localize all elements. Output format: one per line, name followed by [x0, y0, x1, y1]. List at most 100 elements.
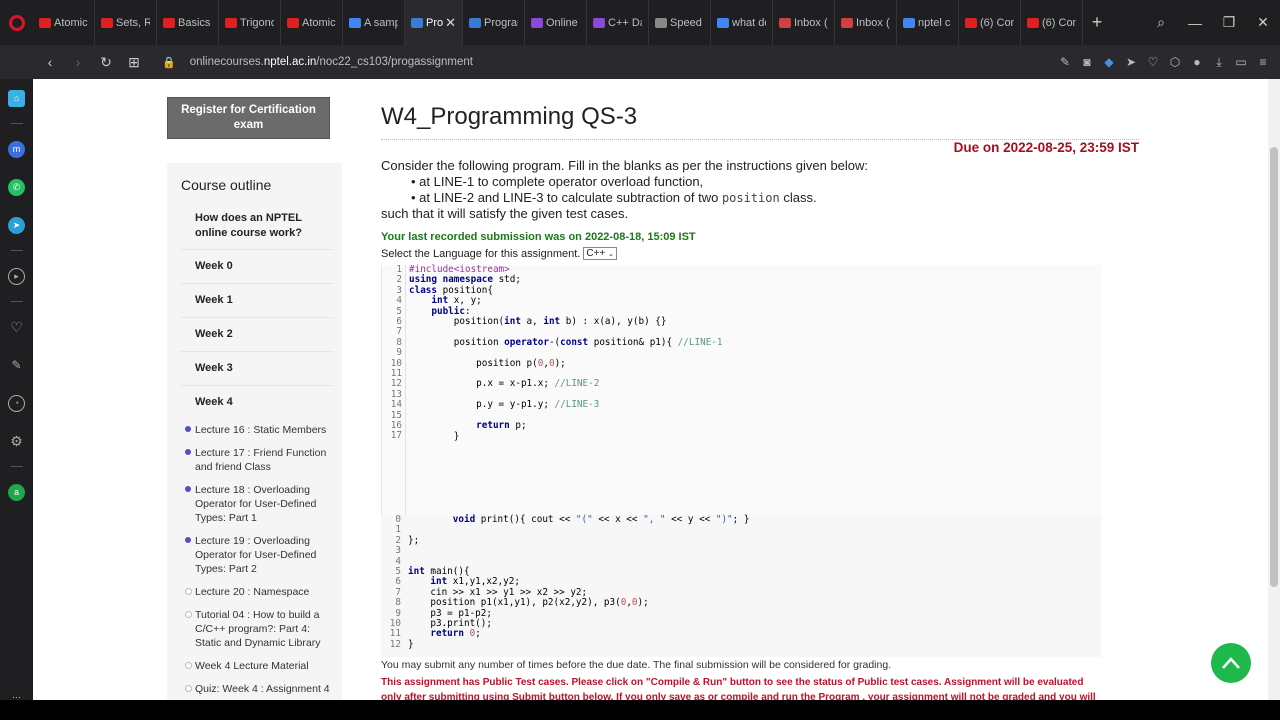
lock-icon[interactable]: 🔒 — [162, 56, 176, 69]
maximize-button[interactable]: ❐ — [1212, 14, 1246, 31]
tab-title: A samp — [364, 16, 398, 29]
browser-tab[interactable]: nptel c — [897, 0, 959, 45]
outline-item-week[interactable]: Week 1 — [181, 284, 334, 318]
shield-icon[interactable]: ◆ — [1098, 55, 1120, 69]
cube-icon[interactable]: ⬡ — [1164, 55, 1186, 69]
messenger-icon[interactable]: m — [0, 130, 33, 168]
minimize-button[interactable]: — — [1178, 15, 1212, 31]
opera-logo-icon[interactable] — [0, 0, 33, 45]
code-editor-readonly: 0 1 2 3 4 5 6 7 8 9 10 11 12 void print(){ cout << "… — [381, 514, 1101, 657]
edit-icon[interactable]: ✎ — [1054, 55, 1076, 69]
tab-title: Sets, Re — [116, 16, 150, 29]
battery-icon[interactable]: ▭ — [1230, 55, 1252, 69]
new-tab-button[interactable]: + — [1083, 0, 1111, 45]
chevron-down-icon: ⌄ — [608, 250, 614, 258]
outline-item-week[interactable]: Week 4 — [181, 386, 334, 419]
course-outline-title: Course outline — [181, 177, 272, 193]
amazon-icon[interactable]: a — [0, 473, 33, 511]
outline-item-intro[interactable]: How does an NPTEL online course work? — [181, 203, 334, 250]
register-certification-button[interactable]: Register for Certification exam — [167, 97, 330, 139]
close-tab-icon[interactable]: ✕ — [445, 15, 456, 31]
browser-tab[interactable]: Online I — [525, 0, 587, 45]
browser-tab[interactable]: C++ Da — [587, 0, 649, 45]
tab-favicon-icon — [841, 17, 853, 28]
submission-note: You may submit any number of times befor… — [381, 659, 892, 671]
telegram-icon[interactable]: ➤ — [0, 206, 33, 244]
scrollbar-thumb[interactable] — [1270, 147, 1278, 587]
home-icon[interactable]: ⌂ — [0, 79, 33, 117]
player-icon[interactable]: ▸ — [0, 257, 33, 295]
description-bullet-2: • at LINE-2 and LINE-3 to calculate subt… — [411, 190, 817, 205]
outline-lecture-link[interactable]: Week 4 Lecture Material — [185, 655, 342, 678]
course-outline: Course outline How does an NPTEL online … — [167, 163, 342, 700]
url-field[interactable]: onlinecourses.nptel.ac.in/noc22_cs103/pr… — [190, 56, 473, 68]
tab-title: Inbox (2 — [794, 16, 828, 29]
browser-tab[interactable]: Atomic — [33, 0, 95, 45]
description-line: Consider the following program. Fill in … — [381, 158, 869, 173]
tab-favicon-icon — [531, 17, 543, 28]
bookmarks-heart-icon[interactable]: ♡ — [0, 308, 33, 346]
camera-icon[interactable]: ◙ — [1076, 55, 1098, 69]
menu-icon[interactable]: ≡ — [1252, 55, 1274, 69]
browser-tab[interactable]: Basics o — [157, 0, 219, 45]
outline-item-week[interactable]: Week 3 — [181, 352, 334, 386]
outline-lecture-link[interactable]: Lecture 20 : Namespace — [185, 581, 342, 604]
tab-favicon-icon — [349, 17, 361, 28]
outline-lecture-link[interactable]: Lecture 19 : Overloading Operator for Us… — [185, 530, 342, 581]
scroll-to-top-button[interactable] — [1211, 643, 1251, 683]
outline-lecture-link[interactable]: Lecture 18 : Overloading Operator for Us… — [185, 479, 342, 530]
pinboard-icon[interactable]: ✎ — [0, 346, 33, 384]
tab-strip: Atomic Sets, Re Basics o Trigono Atomic A sam… — [33, 0, 1083, 45]
browser-side-panel: ⌂ m ✆ ➤ ▸ ♡ ✎ ◔ ⚙ a ··· — [0, 79, 33, 720]
last-submission-notice: Your last recorded submission was on 202… — [381, 231, 696, 243]
browser-tab[interactable]: (6) Com — [1021, 0, 1083, 45]
download-icon[interactable]: ⤓ — [1208, 55, 1230, 70]
tab-favicon-icon — [593, 17, 605, 28]
browser-tab[interactable]: Inbox (5 — [835, 0, 897, 45]
browser-tab[interactable]: what do — [711, 0, 773, 45]
language-select[interactable]: C++ ⌄ — [583, 247, 617, 260]
reload-button[interactable]: ↻ — [92, 54, 120, 71]
history-icon[interactable]: ◔ — [0, 384, 33, 422]
address-bar: ‹ › ↻ ⊞ 🔒 onlinecourses.nptel.ac.in/noc2… — [0, 45, 1280, 79]
outline-item-week[interactable]: Week 0 — [181, 250, 334, 284]
browser-tab[interactable]: Progran — [463, 0, 525, 45]
outline-lecture-link[interactable]: Quiz: Week 4 : Assignment 4 — [185, 678, 342, 700]
code-text[interactable]: #include<iostream> using namespace std; … — [409, 264, 722, 442]
send-icon[interactable]: ➤ — [1120, 55, 1142, 69]
whatsapp-icon[interactable]: ✆ — [0, 168, 33, 206]
code-editor-editable[interactable]: 1 2 3 4 5 6 7 8 9 10 11 12 13 14 15 16 17 #include<iostr… — [381, 264, 1101, 515]
tab-favicon-icon — [287, 17, 299, 28]
tabs-grid-icon[interactable]: ⊞ — [120, 54, 148, 71]
browser-tab[interactable]: Trigono — [219, 0, 281, 45]
browser-tab[interactable]: Inbox (2 — [773, 0, 835, 45]
tab-title: Atomic — [54, 16, 88, 29]
browser-tab[interactable]: (6) Com — [959, 0, 1021, 45]
search-tabs-icon[interactable]: ⌕ — [1144, 14, 1178, 31]
settings-gear-icon[interactable]: ⚙ — [0, 422, 33, 460]
browser-tab[interactable]: Atomic — [281, 0, 343, 45]
forward-button[interactable]: › — [64, 54, 92, 70]
tab-title: what do — [732, 16, 766, 29]
tab-favicon-icon — [225, 17, 237, 28]
browser-tab[interactable]: Speed I — [649, 0, 711, 45]
avatar[interactable]: ● — [1186, 55, 1208, 69]
browser-tab[interactable]: Sets, Re — [95, 0, 157, 45]
page-content: Register for Certification exam Course o… — [33, 79, 1268, 700]
page-scrollbar[interactable] — [1268, 79, 1280, 700]
description-bullet-1: • at LINE-1 to complete operator overloa… — [411, 174, 704, 189]
back-button[interactable]: ‹ — [36, 54, 64, 70]
heart-icon[interactable]: ♡ — [1142, 55, 1164, 69]
outline-lecture-link[interactable]: Lecture 16 : Static Members — [185, 419, 342, 442]
tab-favicon-icon — [717, 17, 729, 28]
chevron-up-icon — [1222, 657, 1240, 669]
outline-lecture-link[interactable]: Tutorial 04 : How to build a C/C++ progr… — [185, 604, 342, 655]
page-title: W4_Programming QS-3 — [381, 103, 638, 130]
assignment-panel: W4_Programming QS-3 Due on 2022-08-25, 2… — [381, 79, 1141, 700]
browser-tab[interactable]: Pro ✕ — [405, 0, 463, 45]
browser-tab[interactable]: A samp — [343, 0, 405, 45]
language-row: Select the Language for this assignment.… — [381, 247, 617, 260]
close-window-button[interactable]: ✕ — [1246, 14, 1280, 31]
outline-lecture-link[interactable]: Lecture 17 : Friend Function and friend … — [185, 442, 342, 479]
outline-item-week[interactable]: Week 2 — [181, 318, 334, 352]
